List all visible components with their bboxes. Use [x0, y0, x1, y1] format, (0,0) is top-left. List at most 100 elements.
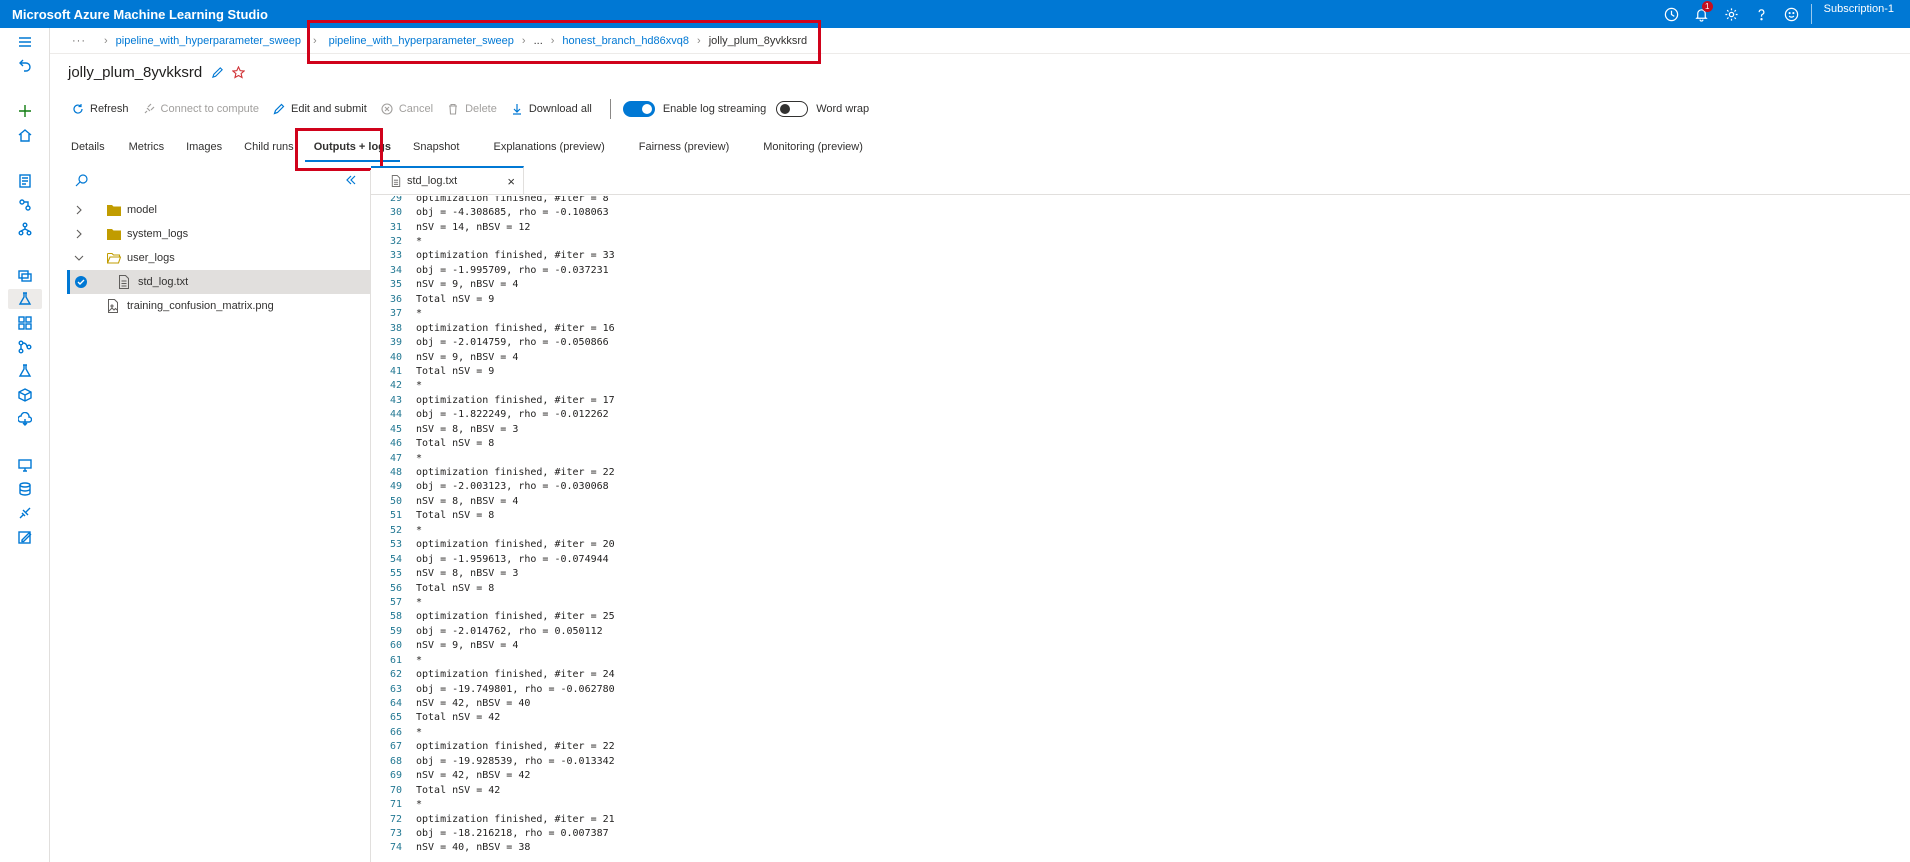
- cancel-label: Cancel: [398, 103, 434, 115]
- tab-snapshot[interactable]: Snapshot: [404, 138, 468, 162]
- line-number: 43: [389, 394, 402, 406]
- clock-icon[interactable]: [1657, 0, 1687, 28]
- tab-details[interactable]: Details: [62, 138, 114, 162]
- smiley-icon[interactable]: [1777, 0, 1807, 28]
- notebook-icon[interactable]: [15, 171, 35, 191]
- components-icon[interactable]: [15, 313, 35, 333]
- favorite-star-icon[interactable]: [232, 66, 246, 80]
- line-number: 47: [389, 452, 402, 464]
- designer-icon[interactable]: [15, 219, 35, 239]
- tree-item-user-logs[interactable]: user_logs: [67, 246, 371, 270]
- compute-icon[interactable]: [15, 455, 35, 475]
- back-icon[interactable]: [15, 55, 35, 75]
- tab-monitoring[interactable]: Monitoring (preview): [754, 138, 872, 162]
- refresh-button[interactable]: Refresh: [72, 103, 129, 115]
- file-tab-divider: [371, 194, 1910, 195]
- log-line: 65 Total nSV = 42: [372, 711, 1910, 725]
- cancel-button[interactable]: Cancel: [381, 103, 433, 115]
- close-icon[interactable]: ×: [507, 174, 515, 189]
- line-number: 68: [389, 755, 402, 767]
- hamburger-menu-icon[interactable]: [15, 32, 35, 52]
- line-text: nSV = 8, nBSV = 3: [416, 423, 519, 435]
- subscription-selector[interactable]: Subscription-1: [1818, 3, 1910, 25]
- plus-icon[interactable]: [15, 101, 35, 121]
- gear-icon[interactable]: [1717, 0, 1747, 28]
- checkmark-icon[interactable]: [75, 276, 87, 288]
- folder-icon: [107, 228, 121, 240]
- endpoints-icon[interactable]: [15, 409, 35, 429]
- line-number: 62: [389, 669, 402, 681]
- models-icon[interactable]: [15, 385, 35, 405]
- line-text: obj = -18.216218, rho = 0.007387: [416, 827, 609, 839]
- tab-explanations[interactable]: Explanations (preview): [484, 138, 613, 162]
- tab-images[interactable]: Images: [177, 138, 231, 162]
- line-text: nSV = 42, nBSV = 40: [416, 698, 531, 710]
- tree-item-label: model: [127, 204, 157, 216]
- delete-button[interactable]: Delete: [447, 103, 497, 115]
- file-tab-std-log[interactable]: std_log.txt ×: [371, 166, 524, 194]
- line-text: *: [416, 726, 423, 738]
- line-number: 71: [389, 799, 402, 811]
- environments-icon[interactable]: [15, 361, 35, 381]
- collapse-panel-icon[interactable]: [344, 173, 358, 187]
- selection-indicator: [67, 270, 70, 294]
- line-text: obj = -1.959613, rho = -0.074944: [416, 553, 609, 565]
- tree-item-confusion-matrix[interactable]: training_confusion_matrix.png: [67, 294, 371, 318]
- title-row: jolly_plum_8yvkksrd: [68, 64, 246, 81]
- log-line: 50 nSV = 8, nBSV = 4: [372, 494, 1910, 508]
- tree-item-std-log[interactable]: std_log.txt: [67, 270, 371, 294]
- automl-icon[interactable]: [15, 195, 35, 215]
- tab-fairness[interactable]: Fairness (preview): [630, 138, 738, 162]
- pipelines-icon[interactable]: [15, 337, 35, 357]
- connect-to-compute-button[interactable]: Connect to compute: [143, 103, 259, 115]
- log-line: 51 Total nSV = 8: [372, 509, 1910, 523]
- home-icon[interactable]: [15, 125, 35, 145]
- line-text: Total nSV = 42: [416, 784, 501, 796]
- data-icon[interactable]: [15, 265, 35, 285]
- breadcrumb-item[interactable]: pipeline_with_hyperparameter_sweep: [116, 35, 301, 47]
- bell-icon[interactable]: 1: [1687, 0, 1717, 28]
- log-line: 36 Total nSV = 9: [372, 292, 1910, 306]
- log-streaming-toggle[interactable]: [622, 101, 655, 117]
- log-line: 73 obj = -18.216218, rho = 0.007387: [372, 826, 1910, 840]
- edit-and-submit-button[interactable]: Edit and submit: [273, 103, 367, 115]
- tree-item-model[interactable]: model: [67, 198, 371, 222]
- download-all-button[interactable]: Download all: [511, 103, 592, 115]
- labeling-icon[interactable]: [15, 527, 35, 547]
- search-icon[interactable]: [75, 173, 89, 187]
- help-icon[interactable]: [1747, 0, 1777, 28]
- log-line: 74 nSV = 40, nBSV = 38: [372, 841, 1910, 855]
- app-title[interactable]: Microsoft Azure Machine Learning Studio: [0, 7, 268, 22]
- line-number: 69: [389, 770, 402, 782]
- line-number: 31: [389, 221, 402, 233]
- line-text: nSV = 42, nBSV = 42: [416, 770, 531, 782]
- line-number: 30: [389, 207, 402, 219]
- word-wrap-toggle[interactable]: [776, 101, 809, 117]
- log-viewer[interactable]: 29 optimization finished, #iter = 8 30 obj …: [372, 196, 1910, 862]
- log-line: 35 nSV = 9, nBSV = 4: [372, 278, 1910, 292]
- line-number: 38: [389, 322, 402, 334]
- line-text: Total nSV = 9: [416, 293, 495, 305]
- breadcrumb-overflow[interactable]: ···: [50, 35, 96, 47]
- line-number: 33: [389, 250, 402, 262]
- log-line: 64 nSV = 42, nBSV = 40: [372, 696, 1910, 710]
- line-number: 45: [389, 423, 402, 435]
- tree-item-system-logs[interactable]: system_logs: [67, 222, 371, 246]
- log-line: 33 optimization finished, #iter = 33: [372, 249, 1910, 263]
- chevron-right-icon[interactable]: [74, 205, 84, 215]
- image-file-icon: [107, 299, 121, 313]
- line-number: 61: [389, 654, 402, 666]
- datastores-icon[interactable]: [15, 479, 35, 499]
- tab-child-runs[interactable]: Child runs: [235, 138, 303, 162]
- chevron-right-icon[interactable]: [74, 229, 84, 239]
- log-line: 42 *: [372, 379, 1910, 393]
- edit-pencil-icon[interactable]: [211, 66, 225, 80]
- log-line: 56 Total nSV = 8: [372, 581, 1910, 595]
- chevron-down-icon[interactable]: [74, 253, 84, 263]
- tab-metrics[interactable]: Metrics: [120, 138, 173, 162]
- jobs-icon[interactable]: [8, 289, 42, 309]
- linked-services-icon[interactable]: [15, 503, 35, 523]
- edit-submit-label: Edit and submit: [290, 103, 367, 115]
- log-line: 68 obj = -19.928539, rho = -0.013342: [372, 754, 1910, 768]
- log-line: 41 Total nSV = 9: [372, 364, 1910, 378]
